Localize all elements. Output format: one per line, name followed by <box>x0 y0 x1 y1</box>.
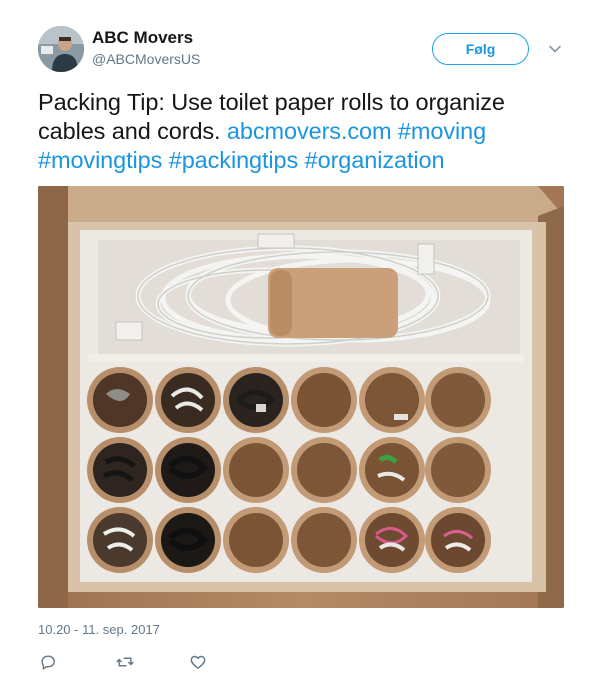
tweet-timestamp[interactable]: 10.20 - 11. sep. 2017 <box>38 622 160 637</box>
hashtag-organization[interactable]: #organization <box>305 147 445 173</box>
author-name[interactable]: ABC Movers <box>92 28 193 48</box>
heart-icon[interactable] <box>188 652 210 674</box>
reply-icon[interactable] <box>38 652 60 674</box>
hashtag-packingtips[interactable]: #packingtips <box>169 147 299 173</box>
follow-button[interactable]: Følg <box>432 33 529 65</box>
tweet-link[interactable]: abcmovers.com <box>227 118 392 144</box>
author-avatar[interactable] <box>38 26 84 72</box>
chevron-down-icon[interactable] <box>546 40 564 58</box>
hashtag-movingtips[interactable]: #movingtips <box>38 147 162 173</box>
author-handle[interactable]: @ABCMoversUS <box>92 51 200 67</box>
hashtag-moving[interactable]: #moving <box>398 118 486 144</box>
tweet-text: Packing Tip: Use toilet paper rolls to o… <box>38 88 578 175</box>
tweet-card: ABC Movers @ABCMoversUS Følg Packing Tip… <box>0 0 600 698</box>
retweet-icon[interactable] <box>115 652 137 674</box>
tweet-actions <box>38 652 238 674</box>
avatar-image <box>38 26 84 72</box>
tweet-photo[interactable] <box>38 186 564 608</box>
photo-image <box>38 186 564 608</box>
